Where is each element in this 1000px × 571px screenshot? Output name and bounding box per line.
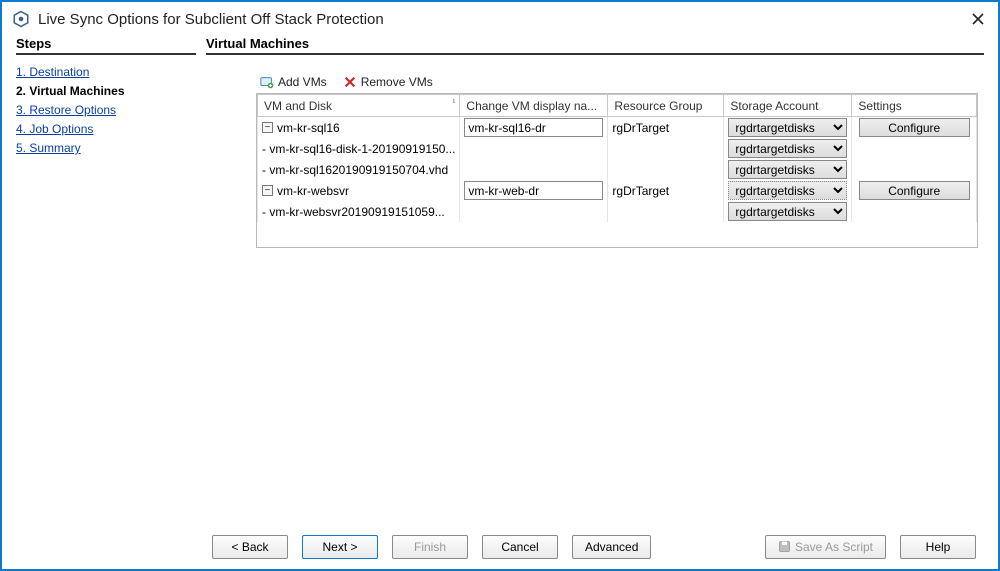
app-icon	[12, 10, 30, 28]
main-content: Add VMs Remove VMs VM and D	[206, 75, 984, 521]
add-vms-label: Add VMs	[278, 75, 327, 89]
remove-vms-icon	[343, 75, 357, 89]
storage-account-select[interactable]: rgdrtargetdisks	[728, 202, 847, 221]
column-resource-group[interactable]: Resource Group	[608, 95, 724, 117]
steps-pane: Steps 1. Destination 2. Virtual Machines…	[16, 36, 206, 521]
storage-account-select[interactable]: rgdrtargetdisks	[728, 118, 847, 137]
add-vms-button[interactable]: Add VMs	[260, 75, 327, 89]
table-row: - vm-kr-websvr20190919151059... rgdrtarg…	[258, 201, 977, 222]
table-row: −vm-kr-websvr rgDrTarget rgdrtargetdisks…	[258, 180, 977, 201]
next-button[interactable]: Next >	[302, 535, 378, 559]
table-row: - vm-kr-sql16-disk-1-20190919150... rgdr…	[258, 138, 977, 159]
vm-display-name-input[interactable]	[464, 118, 603, 137]
disk-name: - vm-kr-sql16-disk-1-20190919150...	[258, 138, 460, 159]
back-button[interactable]: < Back	[212, 535, 288, 559]
body: Steps 1. Destination 2. Virtual Machines…	[2, 36, 998, 525]
remove-vms-button[interactable]: Remove VMs	[343, 75, 433, 89]
collapse-icon[interactable]: −	[262, 122, 273, 133]
table-row: −vm-kr-sql16 rgDrTarget rgdrtargetdisks …	[258, 117, 977, 139]
column-change-display-name[interactable]: Change VM display na...	[460, 95, 608, 117]
advanced-button[interactable]: Advanced	[572, 535, 651, 559]
column-settings[interactable]: Settings	[852, 95, 977, 117]
steps-heading: Steps	[16, 36, 196, 55]
column-storage-account[interactable]: Storage Account	[724, 95, 852, 117]
remove-vms-label: Remove VMs	[361, 75, 433, 89]
disk-name: - vm-kr-sql1620190919150704.vhd	[258, 159, 460, 180]
storage-account-select[interactable]: rgdrtargetdisks	[728, 160, 847, 179]
configure-button[interactable]: Configure	[859, 118, 970, 137]
disk-name: - vm-kr-websvr20190919151059...	[258, 201, 460, 222]
vm-display-name-input[interactable]	[464, 181, 603, 200]
dialog-window: Live Sync Options for Subclient Off Stac…	[0, 0, 1000, 571]
save-as-script-button: Save As Script	[765, 535, 886, 559]
column-vm-and-disk[interactable]: VM and Disk	[258, 95, 460, 117]
configure-button[interactable]: Configure	[859, 181, 970, 200]
main-heading: Virtual Machines	[206, 36, 984, 55]
resource-group-cell: rgDrTarget	[608, 180, 724, 201]
step-restore-options[interactable]: 3. Restore Options	[16, 103, 116, 117]
vm-name: vm-kr-websvr	[277, 184, 349, 198]
step-virtual-machines: 2. Virtual Machines	[16, 84, 125, 98]
resource-group-cell: rgDrTarget	[608, 117, 724, 139]
step-job-options[interactable]: 4. Job Options	[16, 122, 93, 136]
steps-list: 1. Destination 2. Virtual Machines 3. Re…	[16, 65, 196, 155]
window-title: Live Sync Options for Subclient Off Stac…	[38, 11, 968, 28]
vm-grid: VM and Disk Change VM display na... Reso…	[256, 93, 978, 248]
cancel-button[interactable]: Cancel	[482, 535, 558, 559]
vm-name: vm-kr-sql16	[277, 121, 340, 135]
storage-account-select[interactable]: rgdrtargetdisks	[728, 181, 847, 200]
finish-button: Finish	[392, 535, 468, 559]
storage-account-select[interactable]: rgdrtargetdisks	[728, 139, 847, 158]
close-icon	[971, 12, 985, 26]
help-button[interactable]: Help	[900, 535, 976, 559]
footer: < Back Next > Finish Cancel Advanced Sav…	[2, 525, 998, 569]
close-button[interactable]	[968, 12, 988, 26]
collapse-icon[interactable]: −	[262, 185, 273, 196]
step-summary[interactable]: 5. Summary	[16, 141, 81, 155]
main-pane: Virtual Machines Add VMs Remove VMs	[206, 36, 984, 521]
table-row: - vm-kr-sql1620190919150704.vhd rgdrtarg…	[258, 159, 977, 180]
step-destination[interactable]: 1. Destination	[16, 65, 89, 79]
save-icon	[778, 540, 791, 553]
titlebar: Live Sync Options for Subclient Off Stac…	[2, 2, 998, 36]
toolbar: Add VMs Remove VMs	[256, 75, 978, 89]
add-vms-icon	[260, 75, 274, 89]
